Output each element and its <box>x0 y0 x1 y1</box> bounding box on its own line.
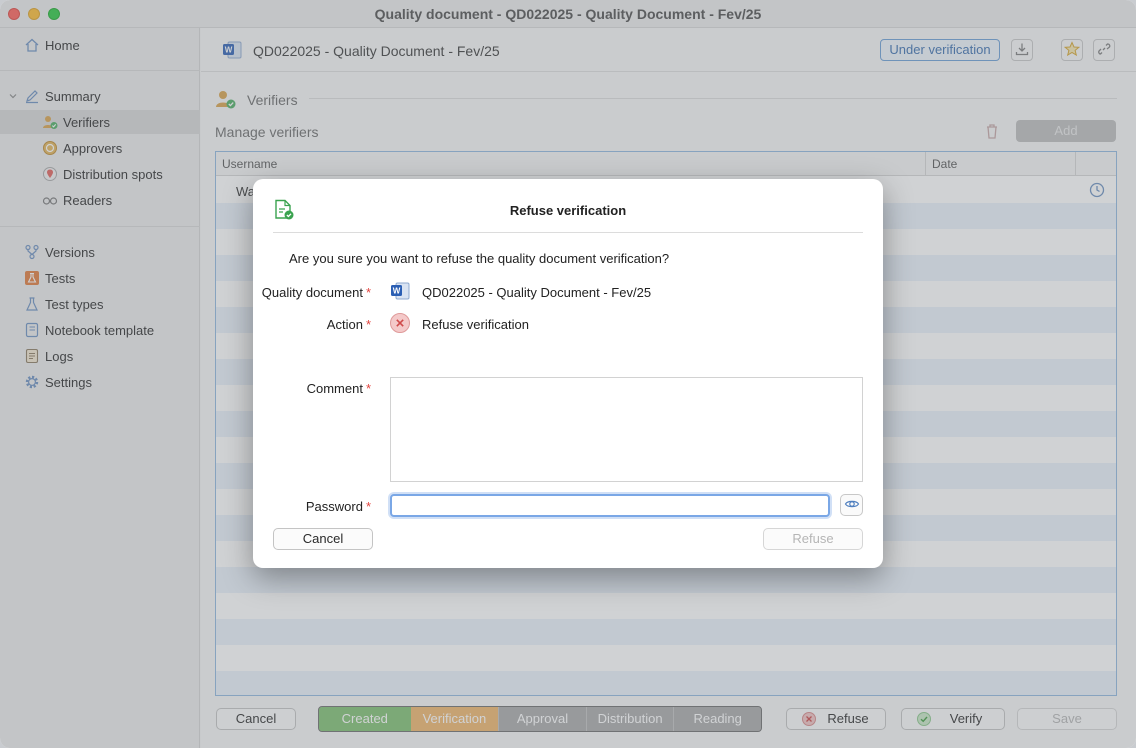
required-mark: * <box>365 285 371 300</box>
app-window: Quality document - QD022025 - Quality Do… <box>0 0 1136 748</box>
comment-label: Comment * <box>307 381 371 396</box>
dialog-title: Refuse verification <box>509 203 627 218</box>
password-label: Password * <box>306 499 371 514</box>
required-mark: * <box>365 381 371 396</box>
action-label-text: Action <box>326 317 363 332</box>
password-input[interactable] <box>390 494 830 517</box>
word-document-icon: W <box>390 282 410 303</box>
dialog-question: Are you sure you want to refuse the qual… <box>289 251 670 266</box>
action-label: Action * <box>327 317 371 332</box>
comment-label-text: Comment <box>306 381 363 396</box>
refuse-icon <box>389 312 411 337</box>
refuse-verification-dialog: Refuse verification Are you sure you wan… <box>253 179 883 568</box>
dialog-divider <box>273 232 863 233</box>
eye-icon <box>844 496 860 515</box>
dialog-refuse-button[interactable]: Refuse <box>763 528 863 550</box>
required-mark: * <box>365 499 371 514</box>
quality-document-label-text: Quality document <box>261 285 363 300</box>
action-value: Refuse verification <box>422 317 529 332</box>
dialog-cancel-button[interactable]: Cancel <box>273 528 373 550</box>
quality-document-label: Quality document * <box>262 285 371 300</box>
password-label-text: Password <box>305 499 363 514</box>
comment-textarea[interactable] <box>390 377 863 482</box>
svg-text:W: W <box>393 287 401 296</box>
quality-document-value: QD022025 - Quality Document - Fev/25 <box>422 285 652 300</box>
show-password-button[interactable] <box>840 494 863 516</box>
required-mark: * <box>365 317 371 332</box>
